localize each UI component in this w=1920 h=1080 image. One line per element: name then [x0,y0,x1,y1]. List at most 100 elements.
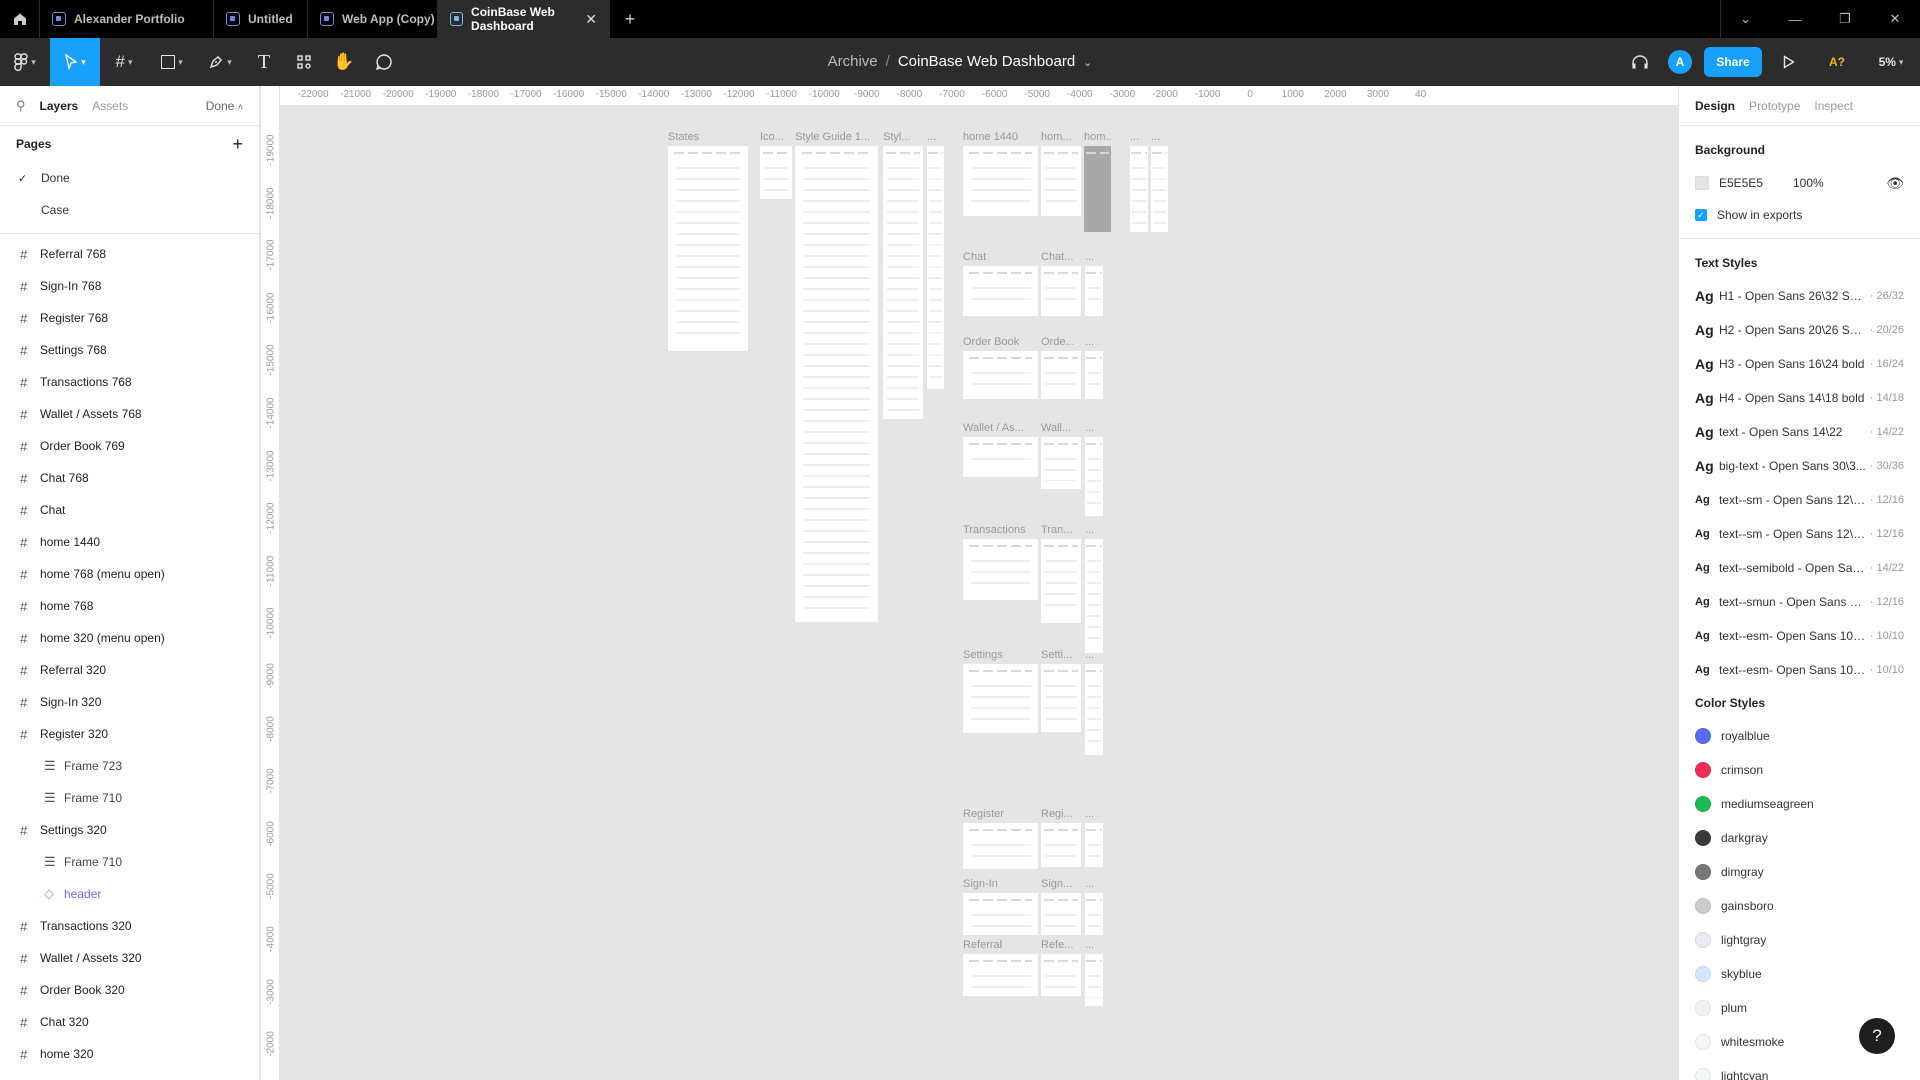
design-frame[interactable] [963,351,1038,399]
design-frame[interactable] [963,954,1038,996]
design-frame[interactable] [1041,954,1081,996]
design-frame[interactable] [1041,351,1081,399]
layer-item[interactable]: # Chat [0,494,259,526]
frame-label[interactable]: Chat [963,251,986,263]
color-style-item[interactable]: skyblue [1679,957,1920,991]
color-style-item[interactable]: crimson [1679,753,1920,787]
frame-label[interactable]: Style Guide 1... [795,131,870,143]
search-icon[interactable]: ⚲ [16,98,26,114]
text-style-item[interactable]: Ag text--esm- Open Sans 10\1... · 10/10 [1679,619,1920,653]
layer-item[interactable]: # Transactions 320 [0,910,259,942]
tab-layers[interactable]: Layers [40,99,79,113]
frame-label[interactable]: ... [1085,422,1094,434]
frame-label[interactable]: ... [1085,649,1094,661]
design-frame[interactable] [760,146,792,199]
frame-label[interactable]: Order Book [963,336,1019,348]
design-frame[interactable] [1085,664,1103,755]
layer-item[interactable]: # Referral 320 [0,654,259,686]
frame-label[interactable]: Register [963,808,1004,820]
text-style-item[interactable]: Ag text - Open Sans 14\22 · 14/22 [1679,415,1920,449]
background-hex-input[interactable]: E5E5E5 [1719,176,1793,190]
breadcrumb-file-name[interactable]: CoinBase Web Dashboard [898,53,1075,70]
frame-label[interactable]: Wall... [1041,422,1071,434]
layer-item[interactable]: # Sign-In 320 [0,686,259,718]
frame-label[interactable]: Tran... [1041,524,1072,536]
background-swatch[interactable] [1695,176,1709,190]
hand-tool-button[interactable]: ✋ [324,38,364,86]
frame-label[interactable]: Chat... [1041,251,1073,263]
frame-label[interactable]: ... [1085,251,1094,263]
frame-label[interactable]: ... [1085,939,1094,951]
tab-prototype[interactable]: Prototype [1749,99,1800,113]
color-style-item[interactable]: gainsboro [1679,889,1920,923]
resources-button[interactable] [284,38,324,86]
design-frame[interactable] [1041,266,1081,316]
frame-label[interactable]: Wallet / As... [963,422,1024,434]
frame-label[interactable]: ... [1130,131,1139,143]
minimize-icon[interactable]: — [1770,0,1820,38]
color-style-item[interactable]: lightgray [1679,923,1920,957]
frame-tool-button[interactable]: # ▾ [100,38,148,86]
frame-label[interactable]: hom... [1041,131,1072,143]
text-style-item[interactable]: Ag text--semibold - Open San... · 14/22 [1679,551,1920,585]
main-menu-button[interactable]: ▾ [0,38,50,86]
layer-item[interactable]: # Chat 320 [0,1006,259,1038]
layer-item[interactable]: # home 1440 [0,526,259,558]
tab-untitled[interactable]: Untitled [214,0,308,38]
design-frame[interactable] [963,146,1038,216]
design-frame[interactable] [963,437,1038,477]
color-style-item[interactable]: dimgray [1679,855,1920,889]
layer-item[interactable]: ◇ header [0,878,259,910]
design-frame[interactable] [1085,437,1103,516]
frame-label[interactable]: Regi... [1041,808,1073,820]
page-item[interactable]: ✓ Done [0,162,259,194]
audio-button[interactable] [1620,38,1660,86]
design-frame[interactable] [963,664,1038,733]
design-frame[interactable] [1041,539,1081,623]
color-style-item[interactable]: darkgray [1679,821,1920,855]
frame-label[interactable]: Sign... [1041,878,1072,890]
text-style-item[interactable]: Ag big-text - Open Sans 30\3... · 30/36 [1679,449,1920,483]
layer-item[interactable]: # home 320 (menu open) [0,622,259,654]
design-frame[interactable] [1041,437,1081,489]
layer-item[interactable]: # Order Book 769 [0,430,259,462]
tab-assets[interactable]: Assets [92,99,128,113]
frame-label[interactable]: ... [1085,524,1094,536]
present-button[interactable] [1766,38,1812,86]
layer-item[interactable]: # home 768 [0,590,259,622]
text-style-item[interactable]: Ag text--esm- Open Sans 10\10 · 10/10 [1679,653,1920,687]
design-frame[interactable] [668,146,748,351]
text-style-item[interactable]: Ag text--sm - Open Sans 12\1... · 12/16 [1679,517,1920,551]
user-avatar-button[interactable]: A [1660,38,1700,86]
shape-tool-button[interactable]: ▾ [148,38,196,86]
frame-label[interactable]: home 1440 [963,131,1018,143]
design-frame[interactable] [1085,893,1103,935]
tab-coinbase-web-dashboard[interactable]: CoinBase Web Dashboard ✕ [438,0,610,38]
layer-item[interactable]: # home 320 [0,1038,259,1070]
layer-item[interactable]: # Register 320 [0,718,259,750]
design-frame[interactable] [1085,539,1103,653]
design-frame[interactable] [1084,146,1111,232]
color-style-item[interactable]: mediumseagreen [1679,787,1920,821]
design-frame[interactable] [927,146,944,389]
layer-item[interactable]: ☰ Frame 710 [0,846,259,878]
layer-item[interactable]: # Wallet / Assets 768 [0,398,259,430]
design-frame[interactable] [963,539,1038,600]
frame-label[interactable]: ... [1151,131,1160,143]
show-in-exports-checkbox[interactable]: ✓ [1695,209,1707,221]
frame-label[interactable]: ... [1085,808,1094,820]
layer-item[interactable]: # Register 768 [0,302,259,334]
add-tab-button[interactable]: + [610,0,650,38]
tab-design[interactable]: Design [1695,99,1735,113]
design-frame[interactable] [1041,893,1081,935]
frame-label[interactable]: Refe... [1041,939,1073,951]
frame-label[interactable]: Transactions [963,524,1026,536]
design-frame[interactable] [795,146,878,622]
frame-label[interactable]: ... [927,131,936,143]
text-style-item[interactable]: Ag H2 - Open Sans 20\26 Se... · 20/26 [1679,313,1920,347]
page-item[interactable]: Case [0,194,259,226]
zoom-dropdown[interactable]: 5% ▾ [1862,38,1920,86]
frame-label[interactable]: Sign-In [963,878,998,890]
layer-item[interactable]: # Transactions 768 [0,366,259,398]
design-frame[interactable] [1085,266,1103,316]
